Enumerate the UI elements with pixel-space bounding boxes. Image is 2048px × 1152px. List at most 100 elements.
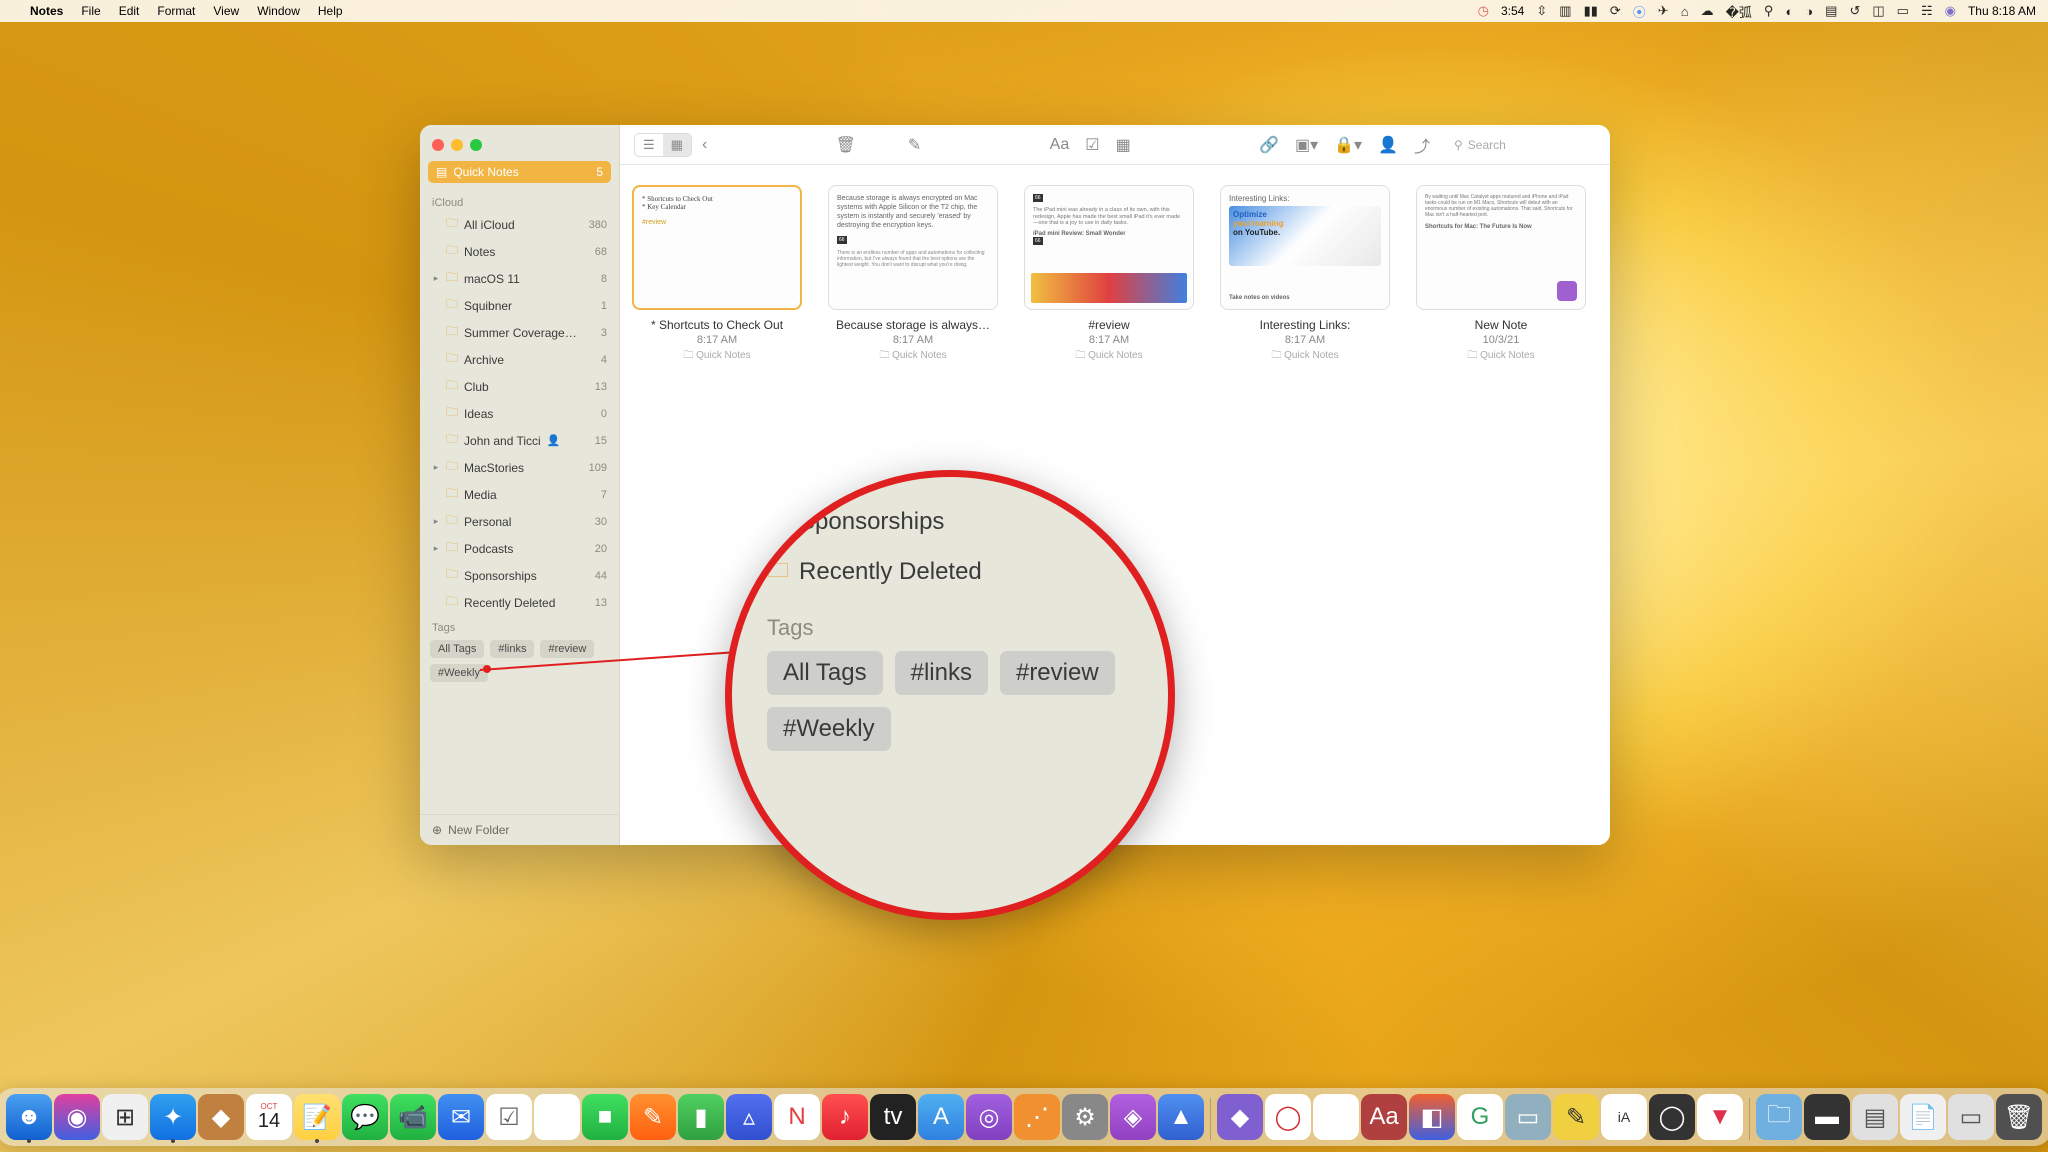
folder-row[interactable]: 🗀Summer Coverage…3 [420,319,619,346]
tag-chip[interactable]: All Tags [430,640,484,658]
dock-app-brown[interactable]: ◆ [198,1094,244,1140]
dock-blue[interactable]: ▲ [1158,1094,1204,1140]
note-thumbnail[interactable]: Interesting Links:Optimizeyour learningo… [1220,185,1390,310]
note-thumbnail[interactable]: 66The iPad mini was already in a class o… [1024,185,1194,310]
dock-pocket[interactable]: ▼ [1697,1094,1743,1140]
dock-obsidian[interactable]: ◆ [1217,1094,1263,1140]
weather-icon[interactable]: ☁ [1701,3,1714,19]
dock-pages[interactable]: ✎ [630,1094,676,1140]
folder-row[interactable]: 🗀Sponsorships44 [420,562,619,589]
font-icon[interactable]: Aa [1050,136,1070,154]
dock-gray[interactable]: ▭ [1505,1094,1551,1140]
utility-icon[interactable]: ◑ [1805,4,1813,19]
dock-photos[interactable]: ❀ [534,1094,580,1140]
back-button[interactable]: ‹ [702,136,707,154]
dock-safari[interactable]: ✦ [150,1094,196,1140]
dock-settings[interactable]: ⚙ [1062,1094,1108,1140]
dock-grammarly[interactable]: G [1457,1094,1503,1140]
date-icon[interactable]: ▤ [1825,3,1837,19]
dock-stack3[interactable]: ▭ [1948,1094,1994,1140]
zoom-button[interactable] [470,139,482,151]
dock-facetime[interactable]: 📹 [390,1094,436,1140]
dock-ia[interactable]: iA [1601,1094,1647,1140]
folder-row[interactable]: 🗀Notes68 [420,238,619,265]
minimize-button[interactable] [451,139,463,151]
folder-row[interactable]: 🗀Club13 [420,373,619,400]
clock[interactable]: Thu 8:18 AM [1968,4,2036,18]
menu-edit[interactable]: Edit [119,4,140,18]
dock-launchpad[interactable]: ⊞ [102,1094,148,1140]
sync-icon[interactable]: ⟳ [1610,3,1621,19]
folder-row[interactable]: ▸🗀macOS 118 [420,265,619,292]
timer-icon[interactable]: ◷ [1478,3,1489,19]
tag-chip[interactable]: #Weekly [430,664,488,682]
dock-github[interactable]: ◯ [1649,1094,1695,1140]
dock-facetime2[interactable]: ■ [582,1094,628,1140]
toggle-icon[interactable]: ◐ [1785,4,1793,19]
dock-stack2[interactable]: 📄 [1900,1094,1946,1140]
list-view-icon[interactable]: ☰ [635,134,663,156]
tag-chip[interactable]: #links [490,640,534,658]
dock-notes[interactable]: 📝 [294,1094,340,1140]
dock-color[interactable]: ✦ [1313,1094,1359,1140]
dock-keynote[interactable]: ▵ [726,1094,772,1140]
grid-view-icon[interactable]: ▦ [663,134,691,156]
note-card[interactable]: Because storage is always encrypted on M… [828,185,998,365]
collaborate-icon[interactable]: 👤 [1378,135,1398,155]
view-toggle[interactable]: ☰ ▦ [634,133,692,157]
dock-gradient[interactable]: ◧ [1409,1094,1455,1140]
dock-calendar[interactable]: OCT 14 [246,1094,292,1140]
dock-messages[interactable]: 💬 [342,1094,388,1140]
menu-view[interactable]: View [213,4,239,18]
dock-purple[interactable]: ◈ [1110,1094,1156,1140]
rocket-icon[interactable]: ✈ [1658,3,1669,19]
trash-icon[interactable]: 🗑 [836,135,856,155]
checklist-icon[interactable]: ☑ [1085,135,1099,155]
tag-chip[interactable]: #review [540,640,594,658]
control-center-icon[interactable]: ☵ [1921,3,1933,19]
search-field[interactable]: ⚲ Search [1446,135,1596,155]
lock-icon[interactable]: 🔒▾ [1334,135,1362,155]
dock-terminal[interactable]: ▬ [1804,1094,1850,1140]
table-icon[interactable]: ▦ [1116,135,1131,155]
dock-trash[interactable]: 🗑 [1996,1094,2042,1140]
history-icon[interactable]: ↺ [1849,3,1860,19]
note-thumbnail[interactable]: By waiting until Mac Catalyst apps matur… [1416,185,1586,310]
folder-row[interactable]: 🗀Recently Deleted13 [420,589,619,616]
note-card[interactable]: Interesting Links:Optimizeyour learningo… [1220,185,1390,365]
dock-finder[interactable]: ☻ [6,1094,52,1140]
folder-row[interactable]: ▸🗀MacStories109 [420,454,619,481]
dock-appstore[interactable]: A [918,1094,964,1140]
dock-dictionary[interactable]: Aa [1361,1094,1407,1140]
dock-music[interactable]: ♪ [822,1094,868,1140]
cloud-icon[interactable]: ⦿ [1633,2,1646,21]
new-folder-button[interactable]: ⊕ New Folder [420,814,619,845]
quick-notes-folder[interactable]: ▤ Quick Notes 5 [428,161,611,183]
dock-stack1[interactable]: ▤ [1852,1094,1898,1140]
folder-row[interactable]: 🗀John and Ticci👤15 [420,427,619,454]
display-icon[interactable]: ▭ [1897,3,1909,19]
dock-todoist[interactable]: ◯ [1265,1094,1311,1140]
dropbox-icon[interactable]: ⇳ [1536,3,1547,19]
note-card[interactable]: By waiting until Mac Catalyst apps matur… [1416,185,1586,365]
compose-icon[interactable]: ✎ [908,135,921,155]
note-card[interactable]: 66The iPad mini was already in a class o… [1024,185,1194,365]
menu-help[interactable]: Help [318,4,343,18]
item-icon[interactable]: ◫ [1872,3,1884,19]
dock-reminders[interactable]: ☑ [486,1094,532,1140]
dock-folder[interactable]: 🗀 [1756,1094,1802,1140]
close-button[interactable] [432,139,444,151]
note-card[interactable]: * Shortcuts to Check Out* Key Calendar#r… [632,185,802,365]
photo-icon[interactable]: ▣▾ [1295,135,1318,155]
home-icon[interactable]: ⌂ [1681,4,1689,19]
dock-pencil[interactable]: ✎ [1553,1094,1599,1140]
note-thumbnail[interactable]: * Shortcuts to Check Out* Key Calendar#r… [632,185,802,310]
wifi-icon[interactable]: �弧 [1726,2,1752,21]
dock-news[interactable]: N [774,1094,820,1140]
link-icon[interactable]: 🔗 [1259,135,1279,155]
folder-row[interactable]: 🗀Ideas0 [420,400,619,427]
note-thumbnail[interactable]: Because storage is always encrypted on M… [828,185,998,310]
share-icon[interactable]: ⤴ [1414,133,1430,157]
search-icon[interactable]: ⚲ [1764,3,1774,19]
siri-icon[interactable]: ◉ [1945,3,1956,19]
